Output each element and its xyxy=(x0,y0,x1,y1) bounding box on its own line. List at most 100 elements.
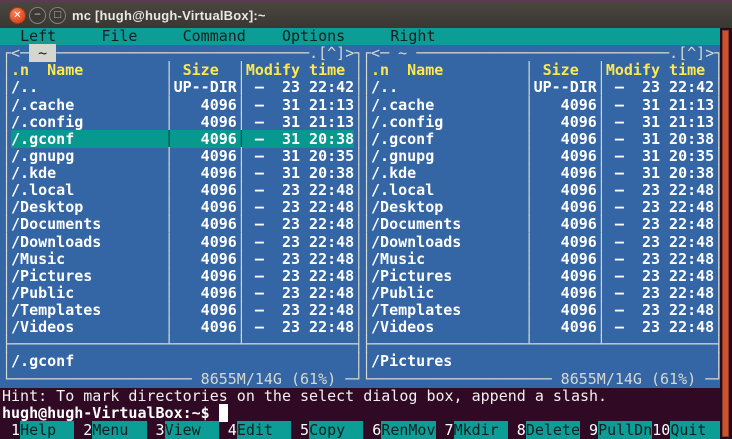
menu-item-left[interactable]: Left xyxy=(20,27,56,45)
file-name: /.gconf xyxy=(11,129,165,148)
fkey-3[interactable]: 3View xyxy=(147,420,219,439)
fkey-1[interactable]: 1Help xyxy=(2,420,75,439)
close-icon[interactable]: ✕ xyxy=(9,7,26,24)
file-row[interactable]: │/Templates │ 4096│ — 23 22:48│ xyxy=(360,301,723,319)
file-row[interactable]: │/Public │ 4096│ — 23 22:48│ xyxy=(0,283,363,302)
scrollbar-thumb[interactable] xyxy=(722,30,729,437)
fkey-2[interactable]: 2Menu xyxy=(74,420,147,439)
file-name: /.config xyxy=(11,112,165,131)
history-forward-button[interactable]: > xyxy=(345,44,354,62)
current-path[interactable]: ~ xyxy=(389,44,416,62)
menu-item-options[interactable]: Options xyxy=(282,27,345,45)
frame: └──────────────────── xyxy=(362,369,552,388)
fkey-6[interactable]: 6RenMov xyxy=(363,420,436,439)
file-row[interactable]: │/.kde │ 4096│ — 31 20:38│ xyxy=(360,164,723,182)
fkey-10[interactable]: 10Quit xyxy=(652,420,725,439)
menu-item-right[interactable]: Right xyxy=(390,27,435,45)
frame: │ xyxy=(2,318,12,337)
frame: │ xyxy=(362,232,372,251)
file-row[interactable]: │/.gnupg │ 4096│ — 31 20:35│ xyxy=(360,146,723,165)
fkey-number: 1 xyxy=(2,420,21,439)
file-row[interactable]: │/.local │ 4096│ — 23 22:48│ xyxy=(360,181,723,200)
file-row[interactable]: │/.cache │ 4096│ — 31 21:13│ xyxy=(360,96,723,114)
frame: │ xyxy=(2,129,12,148)
file-row[interactable]: │/.. │UP--DIR│ — 23 22:42│ xyxy=(360,79,723,96)
file-row[interactable]: │/.gconf │ 4096│ — 31 20:38│ xyxy=(360,130,723,148)
history-back-button[interactable]: < xyxy=(371,44,380,62)
file-mtime: — 23 22:48 xyxy=(245,232,355,251)
file-row[interactable]: │/.config │ 4096│ — 31 21:13│ xyxy=(360,112,723,131)
menu-item-file[interactable]: File xyxy=(101,27,137,45)
file-row[interactable]: │/.config │ 4096│ — 31 21:13│ xyxy=(0,112,363,131)
window-titlebar[interactable]: ✕ − □ mc [hugh@hugh-VirtualBox]:~ xyxy=(0,0,732,28)
fkey-9[interactable]: 9PullDn xyxy=(580,420,653,439)
fkey-4[interactable]: 4Edit xyxy=(219,420,291,439)
file-row[interactable]: │/.kde │ 4096│ — 31 20:38│ xyxy=(0,164,363,182)
file-mtime: — 23 22:48 xyxy=(245,181,355,200)
file-row[interactable]: │/Templates │ 4096│ — 23 22:48│ xyxy=(0,301,363,319)
frame: │ xyxy=(164,198,174,217)
file-row[interactable]: │/Videos │ 4096│ — 23 22:48│ xyxy=(0,318,363,337)
frame: ──────────────────────────── xyxy=(56,44,310,63)
file-mtime: — 23 22:48 xyxy=(245,198,355,217)
file-size: 4096 xyxy=(533,232,597,251)
column-header-size[interactable]: Size xyxy=(534,61,597,79)
panel-separator: ├─────────────────┴───────┴────────────┤ xyxy=(360,336,723,353)
menu-item-command[interactable]: Command xyxy=(183,27,246,45)
column-header-name[interactable]: .n Name xyxy=(371,61,525,79)
file-row[interactable]: │/.gnupg │ 4096│ — 31 20:35│ xyxy=(0,147,363,165)
file-row[interactable]: │/Pictures │ 4096│ — 23 22:48│ xyxy=(0,267,363,285)
file-row[interactable]: │/.local │ 4096│ — 23 22:48│ xyxy=(0,181,363,200)
file-row[interactable]: │/Music │ 4096│ — 23 22:48│ xyxy=(360,249,723,268)
file-row[interactable]: │/Documents │ 4096│ — 23 22:48│ xyxy=(0,215,363,234)
current-path[interactable]: ~ xyxy=(29,44,57,63)
file-row[interactable]: │/Desktop │ 4096│ — 23 22:48│ xyxy=(360,199,723,216)
fkey-label: Edit xyxy=(236,420,291,439)
fkey-7[interactable]: 7Mkdir xyxy=(436,420,508,439)
file-row[interactable]: │/Documents │ 4096│ — 23 22:48│ xyxy=(360,216,723,233)
fkey-label: Quit xyxy=(670,420,725,439)
file-size: 4096 xyxy=(533,249,597,268)
column-header-mtime[interactable]: Modify time xyxy=(606,61,714,79)
file-name: /.gnupg xyxy=(371,146,525,165)
fkey-label: View xyxy=(164,420,219,439)
show-hidden-toggle[interactable]: . xyxy=(309,44,318,62)
file-row[interactable]: │/Public │ 4096│ — 23 22:48│ xyxy=(360,283,723,302)
file-row[interactable]: │/Downloads │ 4096│ — 23 22:48│ xyxy=(360,232,723,251)
maximize-icon[interactable]: □ xyxy=(49,7,66,24)
fkey-8[interactable]: 8Delete xyxy=(508,420,580,439)
frame: │ xyxy=(236,283,246,302)
cd-up-button[interactable]: [^] xyxy=(678,44,705,62)
file-row[interactable]: │/.. │UP--DIR│ — 23 22:42│ xyxy=(0,79,363,96)
file-row[interactable]: │/.gconf │ 4096│ — 31 20:38│ xyxy=(0,129,363,148)
frame: │ xyxy=(236,61,246,80)
frame: │ xyxy=(2,352,12,371)
file-row[interactable]: │/Downloads │ 4096│ — 23 22:48│ xyxy=(0,232,363,251)
file-row[interactable]: │/Pictures │ 4096│ — 23 22:48│ xyxy=(360,267,723,285)
column-header-name[interactable]: .n Name xyxy=(11,61,165,79)
scrollbar[interactable] xyxy=(720,28,732,439)
file-mtime: — 23 22:48 xyxy=(605,181,715,200)
fkey-5[interactable]: 5Copy xyxy=(291,420,364,439)
column-header-mtime[interactable]: Modify time xyxy=(246,61,354,79)
frame: │ xyxy=(362,112,372,131)
file-size: 4096 xyxy=(173,112,237,131)
minimize-icon[interactable]: − xyxy=(29,7,46,24)
file-row[interactable]: │/Music │ 4096│ — 23 22:48│ xyxy=(0,250,363,268)
frame: │ xyxy=(524,283,534,302)
shell-prompt[interactable]: hugh@hugh-VirtualBox:~$ xyxy=(0,403,720,422)
frame: │ xyxy=(236,198,246,217)
file-row[interactable]: │/Desktop │ 4096│ — 23 22:48│ xyxy=(0,198,363,217)
file-name: /Music xyxy=(371,249,525,268)
file-mtime: — 31 20:38 xyxy=(245,129,355,148)
cd-up-button[interactable]: [^] xyxy=(318,44,345,62)
column-header-size[interactable]: Size xyxy=(174,61,237,79)
file-row[interactable]: │/.cache │ 4096│ — 31 21:13│ xyxy=(0,96,363,114)
history-forward-button[interactable]: > xyxy=(705,44,714,62)
file-row[interactable]: │/Videos │ 4096│ — 23 22:48│ xyxy=(360,319,723,336)
history-back-button[interactable]: < xyxy=(11,44,20,62)
frame: │ xyxy=(164,215,174,234)
file-name: /Videos xyxy=(11,318,165,337)
show-hidden-toggle[interactable]: . xyxy=(669,44,678,62)
file-mtime: — 23 22:48 xyxy=(605,283,715,302)
